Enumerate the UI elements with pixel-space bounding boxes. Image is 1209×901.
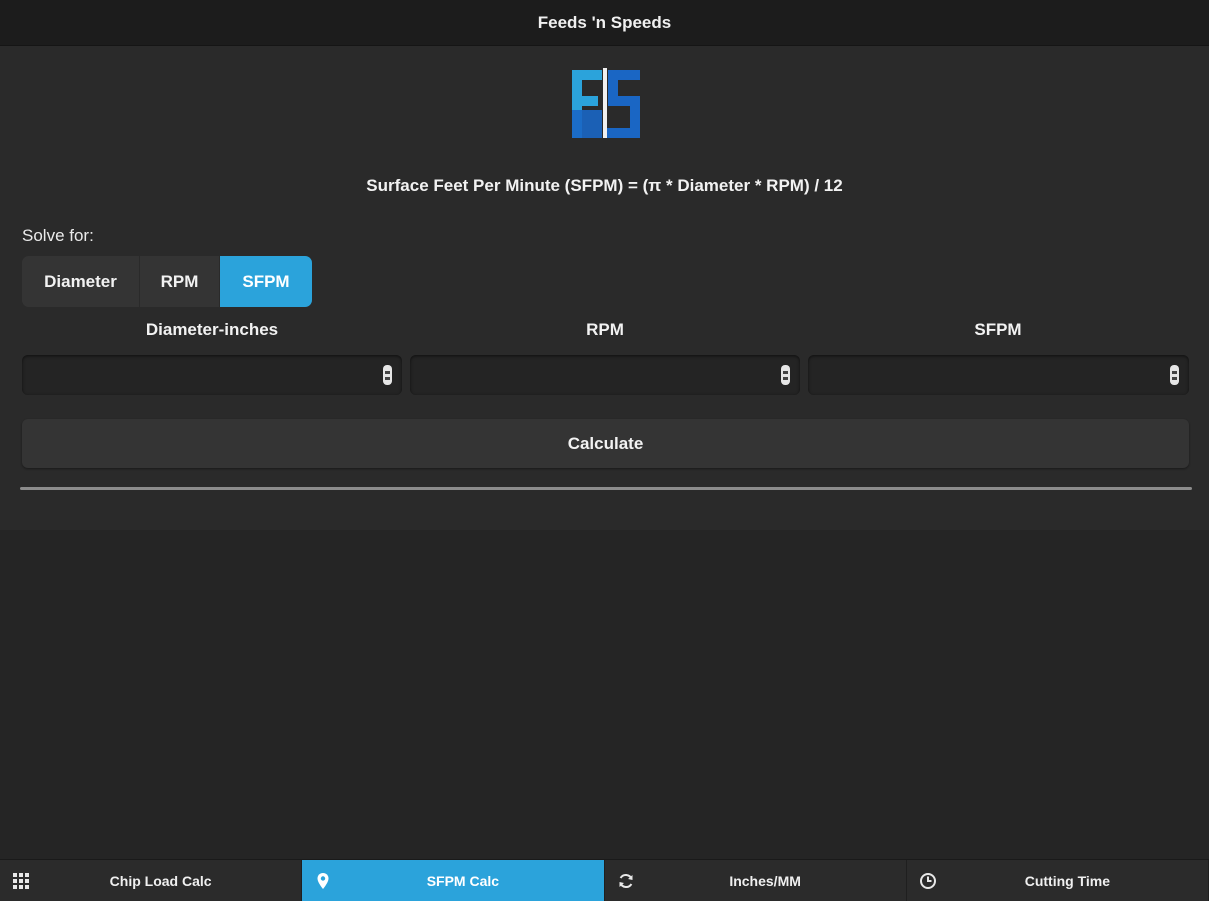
sfpm-label: SFPM: [974, 320, 1022, 339]
location-pin-icon: [317, 873, 329, 889]
bottom-tab-bar: Chip Load Calc SFPM Calc Inches/MM Cutti…: [0, 859, 1209, 901]
solve-for-diameter-button[interactable]: Diameter: [22, 256, 140, 307]
solve-for-segmented-control: Diameter RPM SFPM: [22, 256, 312, 307]
rpm-label: RPM: [586, 320, 624, 339]
calculate-button[interactable]: Calculate: [22, 419, 1189, 468]
tab-label: Chip Load Calc: [109, 872, 212, 889]
tab-cutting-time[interactable]: Cutting Time: [906, 860, 1209, 901]
sfpm-stepper[interactable]: [1170, 365, 1179, 385]
diameter-label: Diameter-inches: [145, 320, 279, 339]
diameter-stepper[interactable]: [383, 365, 392, 385]
tab-label: Cutting Time: [1024, 872, 1111, 889]
grid-icon: [13, 873, 29, 889]
fs-logo-icon: [572, 68, 640, 138]
tab-label: Inches/MM: [729, 872, 801, 889]
solve-for-sfpm-button[interactable]: SFPM: [220, 256, 312, 307]
sfpm-field-wrap: [808, 355, 1189, 395]
clock-icon: [919, 873, 936, 889]
rpm-stepper[interactable]: [781, 365, 790, 385]
app-header: Feeds 'n Speeds: [0, 0, 1209, 46]
formula-text: Surface Feet Per Minute (SFPM) = (π * Di…: [366, 176, 843, 195]
main-content: Surface Feet Per Minute (SFPM) = (π * Di…: [0, 46, 1209, 530]
solve-for-label: Solve for:: [22, 226, 94, 245]
tab-inches-mm[interactable]: Inches/MM: [604, 860, 907, 901]
refresh-icon: [619, 873, 632, 889]
tab-sfpm-calc[interactable]: SFPM Calc: [302, 860, 605, 901]
tab-chip-load-calc[interactable]: Chip Load Calc: [0, 860, 303, 901]
rpm-field-wrap: [410, 355, 800, 395]
diameter-input[interactable]: [22, 355, 402, 395]
solve-for-rpm-button[interactable]: RPM: [140, 256, 220, 307]
result-divider: [20, 487, 1192, 490]
sfpm-input[interactable]: [808, 355, 1189, 395]
diameter-field-wrap: [22, 355, 402, 395]
rpm-input[interactable]: [410, 355, 800, 395]
tab-label: SFPM Calc: [426, 872, 500, 889]
app-title: Feeds 'n Speeds: [537, 12, 672, 32]
